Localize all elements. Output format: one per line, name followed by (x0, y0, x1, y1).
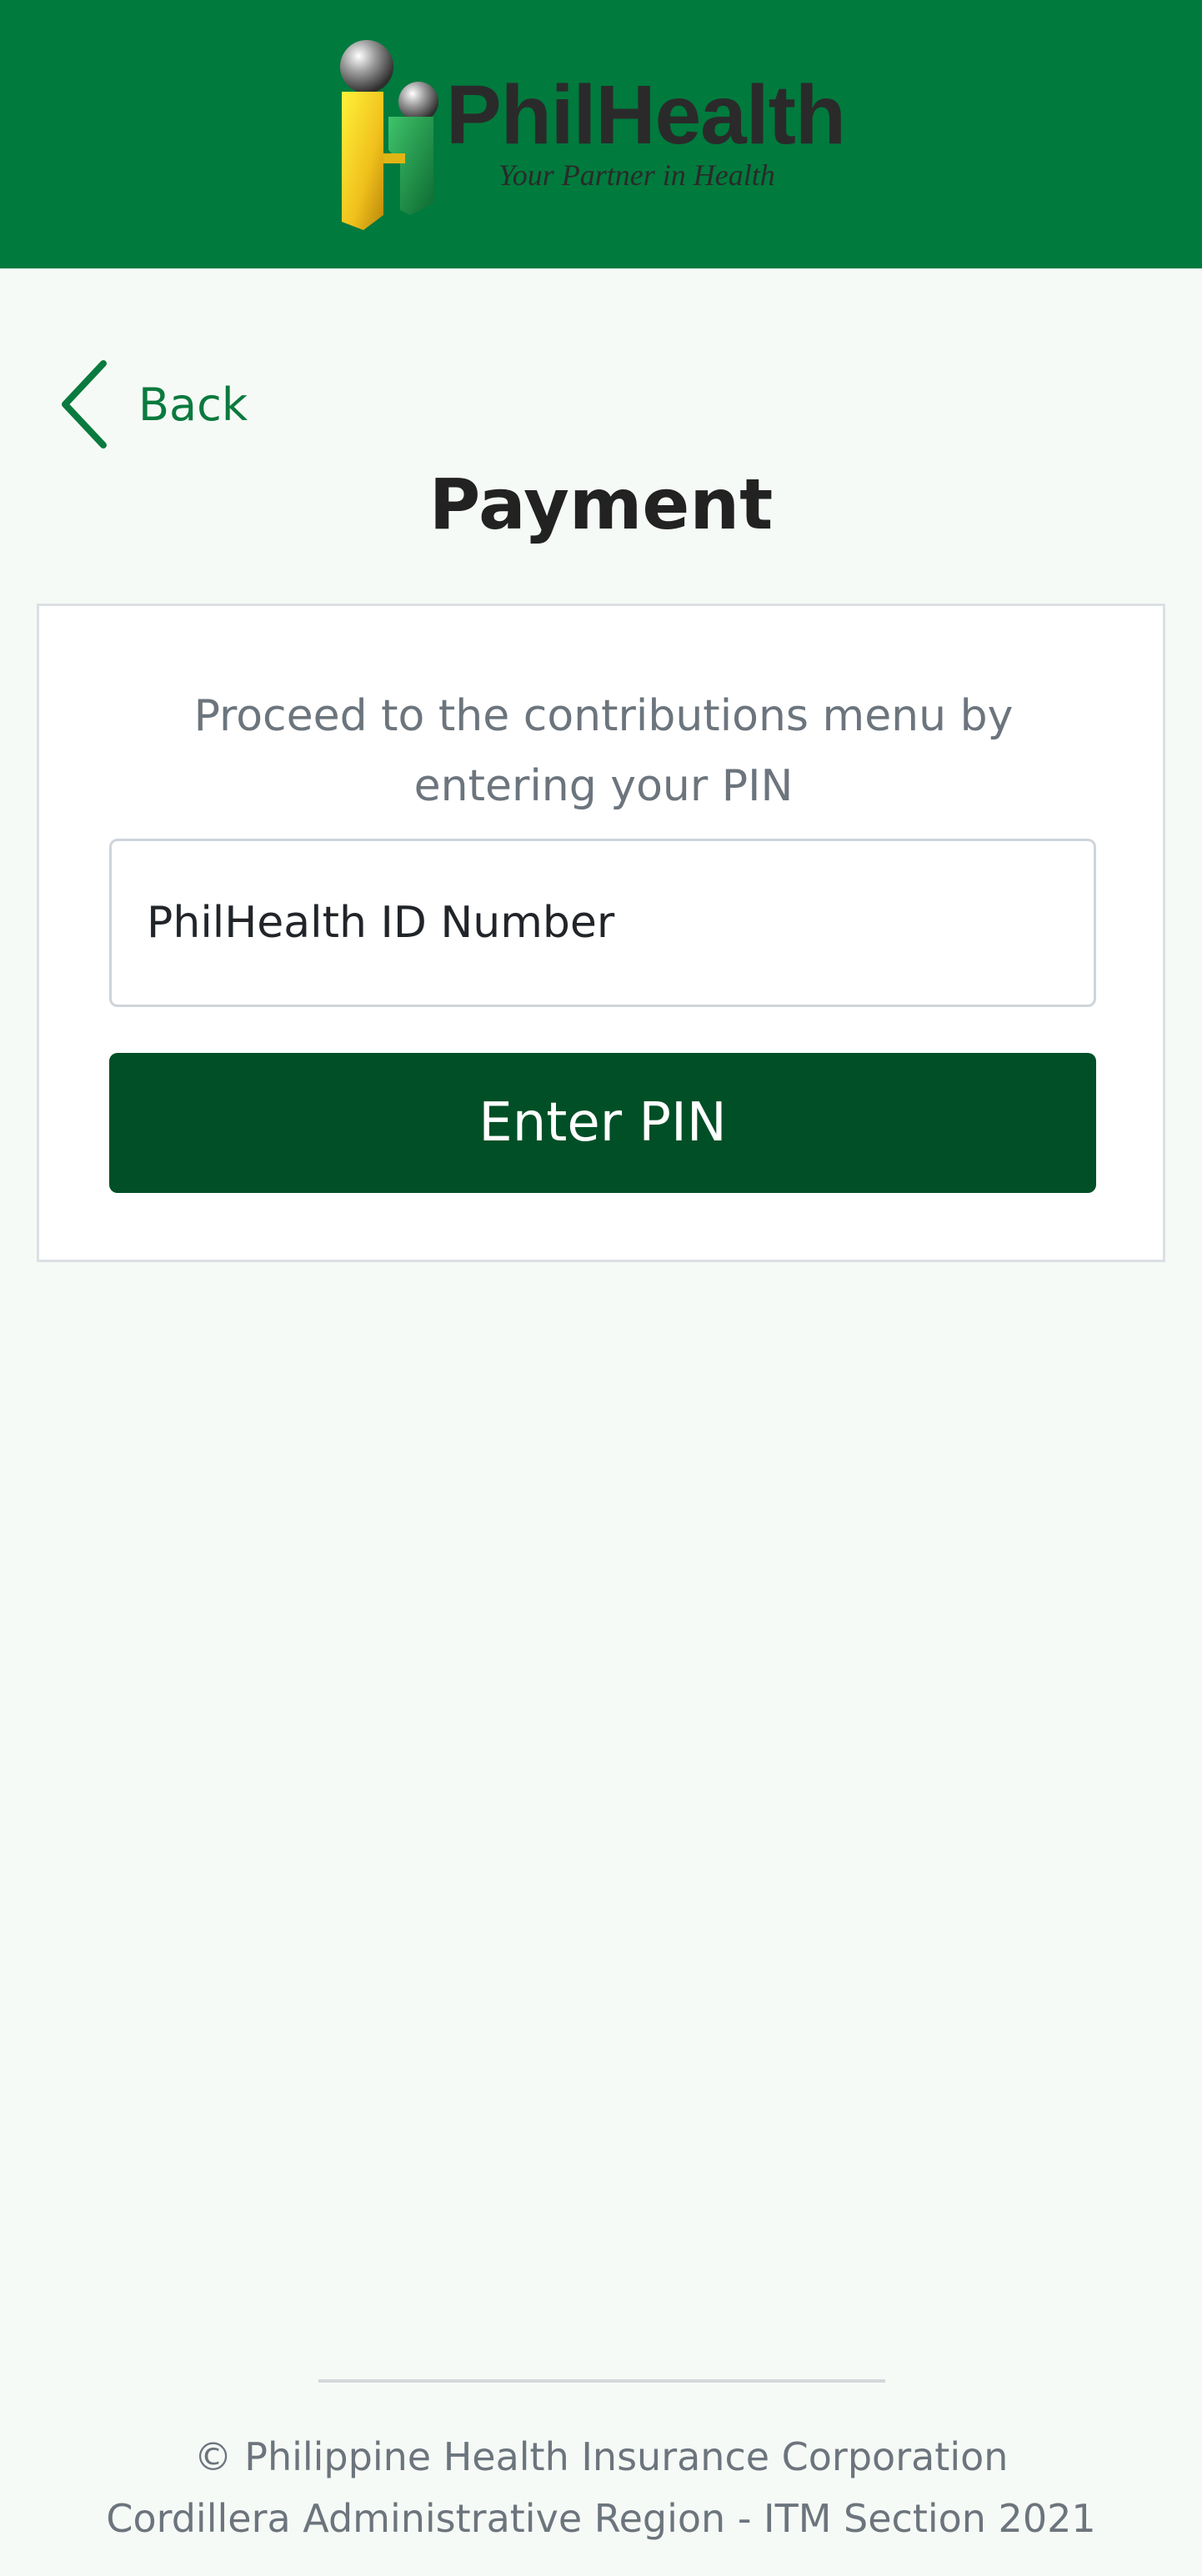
logo-wordmark: PhilHealth (446, 68, 846, 162)
philhealth-logo: PhilHealth Your Partner in Health (333, 37, 875, 237)
back-button[interactable]: Back (58, 358, 275, 450)
footer-divider (318, 2379, 885, 2383)
chevron-left-icon (62, 360, 107, 449)
enter-pin-button[interactable]: Enter PIN (109, 1053, 1096, 1193)
philhealth-id-input[interactable] (109, 839, 1096, 1007)
footer-region: Cordillera Administrative Region - ITM S… (106, 2496, 1096, 2541)
back-label: Back (138, 378, 248, 431)
footer-copyright: © Philippine Health Insurance Corporatio… (193, 2434, 1009, 2479)
pin-card: Proceed to the contributions menu by ent… (37, 604, 1165, 1262)
app-header: PhilHealth Your Partner in Health (0, 0, 1202, 268)
logo-tagline: Your Partner in Health (498, 158, 775, 192)
page-title: Payment (428, 464, 774, 545)
pin-instruction: Proceed to the contributions menu by ent… (193, 691, 1014, 811)
